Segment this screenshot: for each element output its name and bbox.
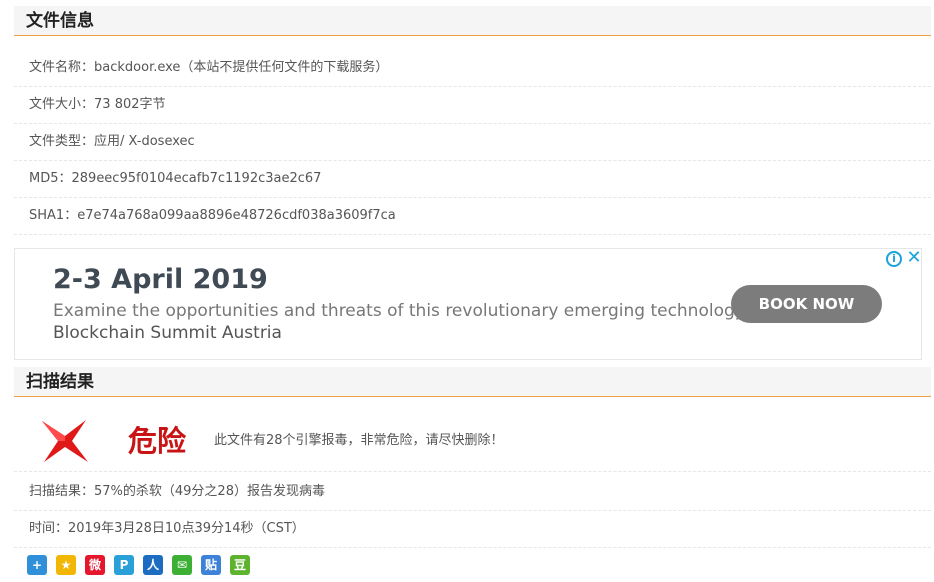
sha1-label: SHA1： [29,208,78,223]
file-name-row: 文件名称：backdoor.exe（本站不提供任何文件的下载服务） [14,50,931,87]
danger-description: 此文件有28个引擎报毒，非常危险，请尽快删除！ [214,433,504,448]
scan-result-row: 扫描结果：57%的杀软（49分之28）报告发现病毒 [14,474,931,511]
tieba-icon[interactable]: 贴 [201,555,221,575]
tencent-weibo-icon[interactable]: P [114,555,134,575]
qzone-icon[interactable]: ★ [56,555,76,575]
file-info-header: 文件信息 [14,6,931,36]
douban-icon[interactable]: 豆 [230,555,250,575]
file-size-label: 文件大小： [29,97,95,112]
close-icon[interactable]: ✕ [906,249,922,267]
ad-banner[interactable]: 2-3 April 2019 Examine the opportunities… [14,248,922,360]
file-type-row: 文件类型：应用/ X-dosexec [14,124,931,161]
book-now-button[interactable]: BOOK NOW [731,285,882,323]
weibo-icon[interactable]: 微 [85,555,105,575]
share-more-icon[interactable]: + [27,555,47,575]
red-x-icon [42,420,88,462]
file-info-title: 文件信息 [26,11,94,31]
md5-row: MD5：289eec95f0104ecafb7c1192c3ae2c67 [14,161,931,198]
file-type-label: 文件类型： [29,134,95,149]
wechat-icon[interactable]: ✉ [172,555,192,575]
sha1-value: e7e74a768a099aa8896e48726cdf038a3609f7ca [77,208,396,223]
scan-results-title: 扫描结果 [26,372,94,392]
scan-result-text: 扫描结果：57%的杀软（49分之28）报告发现病毒 [29,484,325,499]
file-type-value: 应用/ X-dosexec [94,134,195,149]
file-name-value: backdoor.exe（本站不提供任何文件的下载服务） [94,60,389,75]
ad-description: Examine the opportunities and threats of… [53,301,748,321]
scan-time-row: 时间：2019年3月28日10点39分14秒（CST） [14,511,931,548]
md5-value: 289eec95f0104ecafb7c1192c3ae2c67 [71,171,322,186]
md5-label: MD5： [29,171,72,186]
file-name-label: 文件名称： [29,60,95,75]
ad-date: 2-3 April 2019 [53,264,268,295]
renren-icon[interactable]: 人 [143,555,163,575]
scan-time-text: 时间：2019年3月28日10点39分14秒（CST） [29,521,305,536]
file-size-row: 文件大小：73 802字节 [14,87,931,124]
ad-brand: Blockchain Summit Austria [53,323,282,343]
file-size-value: 73 802字节 [94,97,166,112]
file-info-page: 文件信息 文件名称：backdoor.exe（本站不提供任何文件的下载服务） 文… [0,0,934,582]
sha1-row: SHA1：e7e74a768a099aa8896e48726cdf038a360… [14,198,931,235]
danger-label: 危险 [128,424,187,458]
danger-summary-row: 危险 此文件有28个引擎报毒，非常危险，请尽快删除！ [14,412,931,472]
scan-results-header: 扫描结果 [14,367,931,397]
info-icon[interactable]: i [886,251,902,267]
